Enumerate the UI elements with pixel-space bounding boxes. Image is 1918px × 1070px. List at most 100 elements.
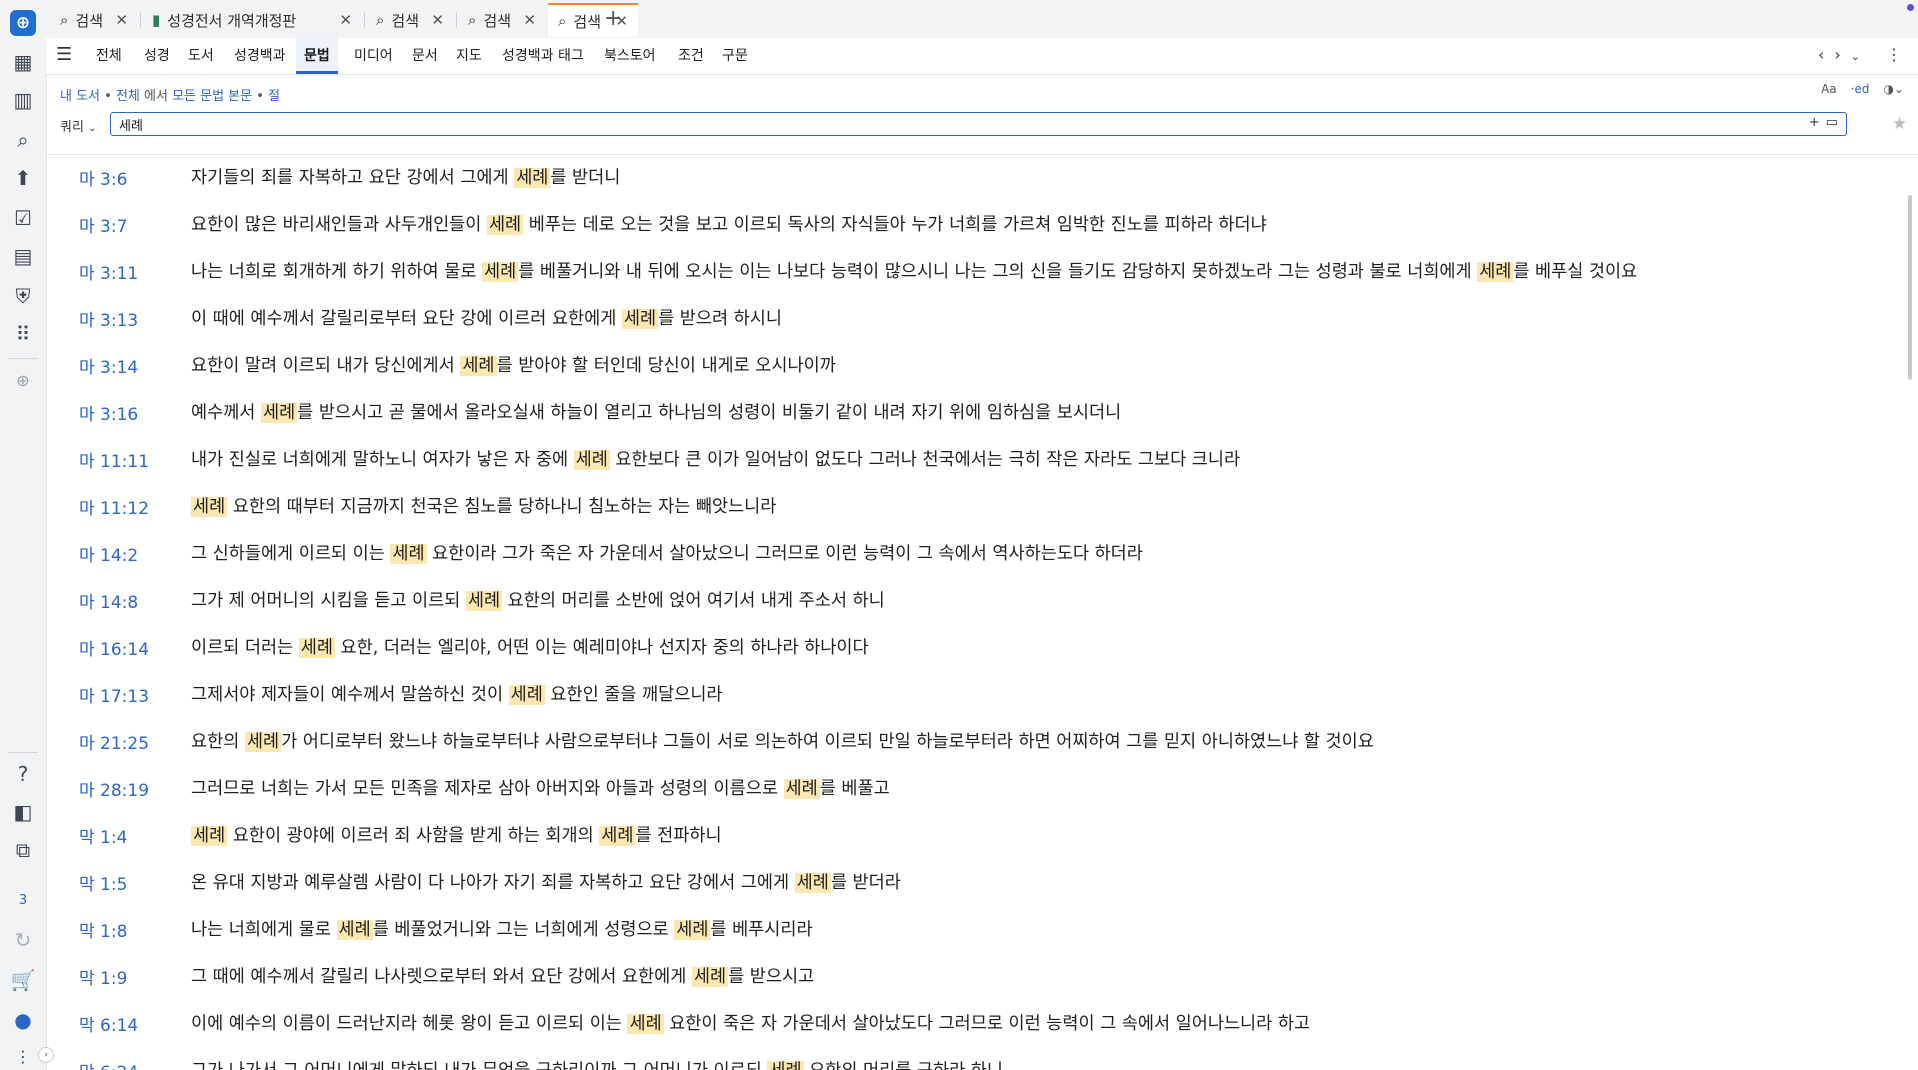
- verse-reference-link[interactable]: 막 1:4: [79, 823, 127, 848]
- tab-search-active[interactable]: ⌕ 검색 ✕: [548, 3, 638, 37]
- external-window-icon[interactable]: ⧉: [9, 836, 37, 864]
- result-row[interactable]: 마 3:7 요한이 많은 바리새인들과 사두개인들이 세례 베푸는 데로 오는 것…: [46, 202, 1906, 248]
- search-box[interactable]: + ▭: [110, 112, 1847, 136]
- result-row[interactable]: 마 3:14 요한이 말려 이르되 내가 당신에게서 세례 를 받아야 할 터인데 …: [46, 343, 1906, 389]
- tab-search-3[interactable]: ⌕ 검색 ✕: [458, 3, 546, 37]
- tab-bible[interactable]: ▮ 성경전서 개역개정판 ✕: [142, 3, 362, 37]
- apps-grid-icon[interactable]: ⠿: [9, 320, 37, 348]
- category-conditions[interactable]: 조건: [676, 38, 706, 74]
- font-size-icon[interactable]: Aa: [1821, 82, 1837, 96]
- verse-reference-link[interactable]: 마 21:25: [79, 729, 149, 754]
- search-input[interactable]: [111, 113, 1727, 135]
- category-factbook-tags[interactable]: 성경백과 태그: [500, 38, 586, 74]
- close-icon[interactable]: ✕: [339, 11, 352, 29]
- verse-reference-link[interactable]: 마 28:19: [79, 776, 149, 801]
- result-row[interactable]: 막 6:24 그가 나가서 그 어머니에게 말하되 내가 무엇을 구하리이까 그 …: [46, 1048, 1906, 1070]
- scope-texts-link[interactable]: 모든 문법 본문: [172, 89, 252, 104]
- verse-reference-link[interactable]: 마 16:14: [79, 635, 149, 660]
- result-row[interactable]: 마 28:19 그러므로 너희는 가서 모든 민족을 제자로 삼아 아버지와 아들…: [46, 766, 1906, 812]
- result-row[interactable]: 막 1:4 세례 요한이 광야에 이르러 죄 사함을 받게 하는 회개의 세례 를 …: [46, 813, 1906, 859]
- result-row[interactable]: 막 1:5 온 유대 지방과 예루살렘 사람이 다 나아가 자기 죄를 자복하고 …: [46, 860, 1906, 906]
- history-nav[interactable]: ‹›⌄: [1818, 45, 1870, 64]
- tab-search-1[interactable]: ⌕ 검색 ✕: [50, 3, 138, 37]
- close-icon[interactable]: ✕: [431, 11, 444, 29]
- verse-reference-link[interactable]: 마 17:13: [79, 682, 149, 707]
- result-row[interactable]: 마 3:6 자기들의 죄를 자복하고 요단 강에서 그에게 세례 를 받더니: [46, 155, 1906, 201]
- result-row[interactable]: 마 17:13 그제서야 제자들이 예수께서 말씀하신 것이 세례 요한인 줄을 …: [46, 672, 1906, 718]
- menu-icon[interactable]: ☰: [56, 44, 72, 65]
- tab-search-2[interactable]: ⌕ 검색 ✕: [366, 3, 454, 37]
- verse-reference-link[interactable]: 막 6:24: [79, 1058, 138, 1070]
- forward-chevron-icon[interactable]: ›: [1834, 45, 1850, 64]
- result-row[interactable]: 마 21:25 요한의 세례 가 어디로부터 왔느냐 하늘로부터냐 사람으로부터냐 …: [46, 719, 1906, 765]
- layout-icon[interactable]: ◧: [9, 798, 37, 826]
- dashboard-icon[interactable]: ▦: [9, 48, 37, 76]
- help-icon[interactable]: ?: [9, 760, 37, 788]
- library-icon[interactable]: ▥: [9, 86, 37, 114]
- verse-reference-link[interactable]: 마 3:7: [79, 212, 127, 237]
- back-chevron-icon[interactable]: ‹: [1818, 45, 1834, 64]
- category-bible[interactable]: 성경: [142, 38, 172, 74]
- result-row[interactable]: 마 14:8 그가 제 어머니의 시킴을 듣고 이르되 세례 요한의 머리를 소반…: [46, 578, 1906, 624]
- visual-filter-icon[interactable]: ◑⌄: [1883, 82, 1904, 96]
- category-all[interactable]: 전체: [94, 38, 124, 74]
- upload-doc-icon[interactable]: ⬆: [9, 164, 37, 192]
- favorite-star-icon[interactable]: ★: [1892, 114, 1907, 134]
- category-factbook[interactable]: 성경백과: [232, 38, 288, 74]
- scope-library-link[interactable]: 내 도서: [60, 89, 100, 104]
- query-type-dropdown[interactable]: 쿼리 ⌄: [60, 116, 96, 135]
- more-icon[interactable]: ⋮: [9, 1042, 37, 1070]
- result-row[interactable]: 마 3:11 나는 너희로 회개하게 하기 위하여 물로 세례 를 베풀거니와 내 …: [46, 249, 1906, 295]
- category-books[interactable]: 도서: [186, 38, 216, 74]
- category-bookstore[interactable]: 북스토어: [602, 38, 658, 74]
- logos-home-icon[interactable]: ⊕: [10, 10, 36, 36]
- category-media[interactable]: 미디어: [352, 38, 395, 74]
- verse-reference-link[interactable]: 막 1:8: [79, 917, 127, 942]
- close-icon[interactable]: ✕: [523, 11, 536, 29]
- add-tab-icon[interactable]: +: [604, 6, 622, 31]
- more-options-icon[interactable]: ⋮: [1886, 45, 1902, 64]
- result-row[interactable]: 막 1:9 그 때에 예수께서 갈릴리 나사렛으로부터 와서 요단 강에서 요한에…: [46, 954, 1906, 1000]
- verse-reference-link[interactable]: 막 6:14: [79, 1011, 138, 1036]
- scrollbar[interactable]: [1908, 195, 1912, 380]
- verse-reference-link[interactable]: 마 3:6: [79, 165, 127, 190]
- shield-icon[interactable]: ⛨: [9, 282, 37, 310]
- result-row[interactable]: 마 14:2 그 신하들에게 이르되 이는 세례 요한이라 그가 죽은 자 가운데…: [46, 531, 1906, 577]
- category-documents[interactable]: 문서: [410, 38, 440, 74]
- result-row[interactable]: 마 3:13 이 때에 예수께서 갈릴리로부터 요단 강에 이르러 요한에게 세례…: [46, 296, 1906, 342]
- verse-reference-link[interactable]: 마 14:2: [79, 541, 138, 566]
- document-icon[interactable]: ▤: [9, 242, 37, 270]
- result-row[interactable]: 마 11:12 세례 요한의 때부터 지금까지 천국은 침노를 당하나니 침노하는…: [46, 484, 1906, 530]
- verse-reference-link[interactable]: 마 3:14: [79, 353, 138, 378]
- scope-range-link[interactable]: 전체: [116, 89, 140, 104]
- keyboard-icon[interactable]: ▭: [1826, 115, 1838, 130]
- verse-reference-link[interactable]: 마 3:11: [79, 259, 138, 284]
- verse-reference-link[interactable]: 마 3:16: [79, 400, 138, 425]
- sync-icon[interactable]: ↻: [9, 926, 37, 954]
- search-icon[interactable]: ⌕: [9, 126, 37, 154]
- verse-reference-link[interactable]: 마 3:13: [79, 306, 138, 331]
- result-row[interactable]: 막 1:8 나는 너희에게 물로 세례 를 베풀었거니와 그는 너희에게 성령으로 …: [46, 907, 1906, 953]
- category-grammar[interactable]: 문법: [296, 38, 338, 74]
- verse-reference-link[interactable]: 마 11:11: [79, 447, 149, 472]
- result-row[interactable]: 마 16:14 이르되 더러는 세례 요한, 더러는 엘리야, 어떤 이는 예레미…: [46, 625, 1906, 671]
- account-icon[interactable]: ●: [9, 1006, 37, 1034]
- add-circle-icon[interactable]: ⊕: [9, 366, 37, 394]
- category-maps[interactable]: 지도: [454, 38, 484, 74]
- inline-edit-icon[interactable]: ·ed: [1851, 82, 1870, 96]
- result-row[interactable]: 마 3:16 예수께서 세례 를 받으시고 곧 물에서 올라오실새 하늘이 열리고 …: [46, 390, 1906, 436]
- add-term-icon[interactable]: +: [1809, 115, 1820, 130]
- verse-reference-link[interactable]: 막 1:9: [79, 964, 127, 989]
- result-row[interactable]: 막 6:14 이에 예수의 이름이 드러난지라 헤롯 왕이 듣고 이르되 이는 세…: [46, 1001, 1906, 1047]
- result-row[interactable]: 마 11:11 내가 진실로 너희에게 말하노니 여자가 낳은 자 중에 세례 요…: [46, 437, 1906, 483]
- cart-icon[interactable]: 🛒: [9, 966, 37, 994]
- checklist-icon[interactable]: ☑: [9, 204, 37, 232]
- verse-reference-link[interactable]: 막 1:5: [79, 870, 127, 895]
- scope-unit-link[interactable]: 절: [268, 89, 280, 104]
- verse-reference-link[interactable]: 마 14:8: [79, 588, 138, 613]
- notification-icon[interactable]: 3: [9, 886, 37, 914]
- chevron-down-icon[interactable]: ⌄: [1851, 50, 1870, 63]
- category-syntax[interactable]: 구문: [720, 38, 750, 74]
- close-icon[interactable]: ✕: [115, 11, 128, 29]
- verse-reference-link[interactable]: 마 11:12: [79, 494, 149, 519]
